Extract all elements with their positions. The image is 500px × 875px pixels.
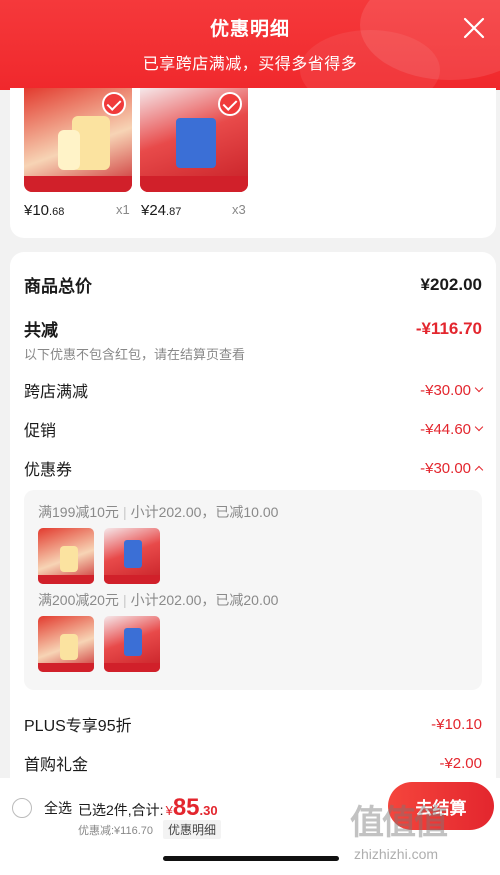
product-price: ¥10.68 <box>24 202 65 219</box>
coupon-rule: 满200减20元 <box>38 592 119 608</box>
page-subtitle: 已享跨店满减，买得多省得多 <box>142 56 358 73</box>
footer-discount-info: 优惠减:¥116.70 优惠明细 <box>78 820 222 839</box>
coupon-product-thumbnail <box>38 528 94 584</box>
product-price: ¥24.87 <box>141 202 182 219</box>
total-discount-value: -¥116.70 <box>415 318 482 338</box>
product-banner-strip <box>24 176 132 192</box>
home-indicator <box>163 856 339 861</box>
product-quantity: x1 <box>116 202 130 217</box>
select-all-radio[interactable] <box>12 798 32 818</box>
page-title: 优惠明细 <box>209 19 290 40</box>
total-price-value: ¥202.00 <box>420 274 482 294</box>
total-amount: 85 <box>172 794 200 821</box>
product-image[interactable] <box>24 88 132 192</box>
coupon-detail: 小计202.00，已减20.00 <box>130 592 279 608</box>
coupon-rule: 满199减10元 <box>38 504 119 520</box>
discount-label: 促销 <box>24 423 57 440</box>
product-bottle-shape <box>58 130 80 170</box>
product-image[interactable] <box>140 88 248 192</box>
close-icon[interactable] <box>460 14 488 42</box>
coupon-line: 满199减10元 | 小计202.00，已减10.00 <box>38 504 279 520</box>
check-icon <box>218 92 242 116</box>
first-purchase-value: -¥2.00 <box>439 754 482 772</box>
discount-row-cross-store[interactable]: 跨店满减 -¥30.00 <box>24 378 484 402</box>
discount-row-promotion[interactable]: 促销 -¥44.60 <box>24 417 484 441</box>
total-amount-decimal: .30 <box>199 803 218 818</box>
discount-summary-card: 商品总价 ¥202.00 共减 -¥116.70 以下优惠不包含红包，请在结算页… <box>10 252 496 792</box>
selected-count: 已选2件,合计: <box>78 802 164 818</box>
chevron-up-icon <box>474 465 484 475</box>
header-banner: 优惠明细 已享跨店满减，买得多省得多 <box>0 0 500 90</box>
discount-detail-link[interactable]: 优惠明细 <box>163 820 222 839</box>
chevron-down-icon <box>474 383 484 393</box>
footer-discount-text: 优惠减:¥116.70 <box>78 824 154 837</box>
total-price-row: 商品总价 ¥202.00 <box>24 272 482 297</box>
coupon-product-thumbnail <box>104 616 160 672</box>
product-banner-strip <box>140 176 248 192</box>
discount-value: -¥30.00 <box>420 382 484 399</box>
discount-label: 跨店满减 <box>24 384 89 401</box>
watermark-url: zhizhizhi.com <box>354 846 439 862</box>
first-purchase-row: 首购礼金 -¥2.00 <box>24 751 482 775</box>
coupon-line: 满200减20元 | 小计202.00，已减20.00 <box>38 592 279 608</box>
coupon-details-box: 满199减10元 | 小计202.00，已减10.00 满200减20元 | 小计202… <box>24 490 482 690</box>
check-icon <box>102 92 126 116</box>
products-card: ¥10.68 x1 ¥24.87 x3 <box>10 88 496 238</box>
plus-discount-label: PLUS专享95折 <box>24 718 132 735</box>
watermark-logo: 值值值 <box>350 804 448 842</box>
discount-row-coupon[interactable]: 优惠券 -¥30.00 <box>24 456 484 480</box>
product-box-shape <box>176 118 216 168</box>
selected-summary: 已选2件,合计: ¥ 85 .30 <box>78 794 218 822</box>
coupon-product-thumbnail <box>104 528 160 584</box>
first-purchase-label: 首购礼金 <box>24 757 89 774</box>
coupon-product-thumbnail <box>38 616 94 672</box>
select-all-label[interactable]: 全选 <box>44 798 72 818</box>
product-quantity: x3 <box>232 202 246 217</box>
coupon-detail: 小计202.00，已减10.00 <box>130 504 279 520</box>
discount-value: -¥44.60 <box>420 421 484 438</box>
plus-discount-value: -¥10.10 <box>431 715 482 733</box>
total-discount-label: 共减 <box>24 321 58 340</box>
discount-note: 以下优惠不包含红包，请在结算页查看 <box>24 347 246 362</box>
total-discount-row: 共减 -¥116.70 <box>24 316 482 341</box>
currency-symbol: ¥ <box>165 803 173 818</box>
discount-label: 优惠券 <box>24 462 73 479</box>
total-price-label: 商品总价 <box>24 277 92 296</box>
plus-discount-row: PLUS专享95折 -¥10.10 <box>24 712 482 736</box>
chevron-down-icon <box>474 422 484 432</box>
discount-value: -¥30.00 <box>420 460 484 477</box>
